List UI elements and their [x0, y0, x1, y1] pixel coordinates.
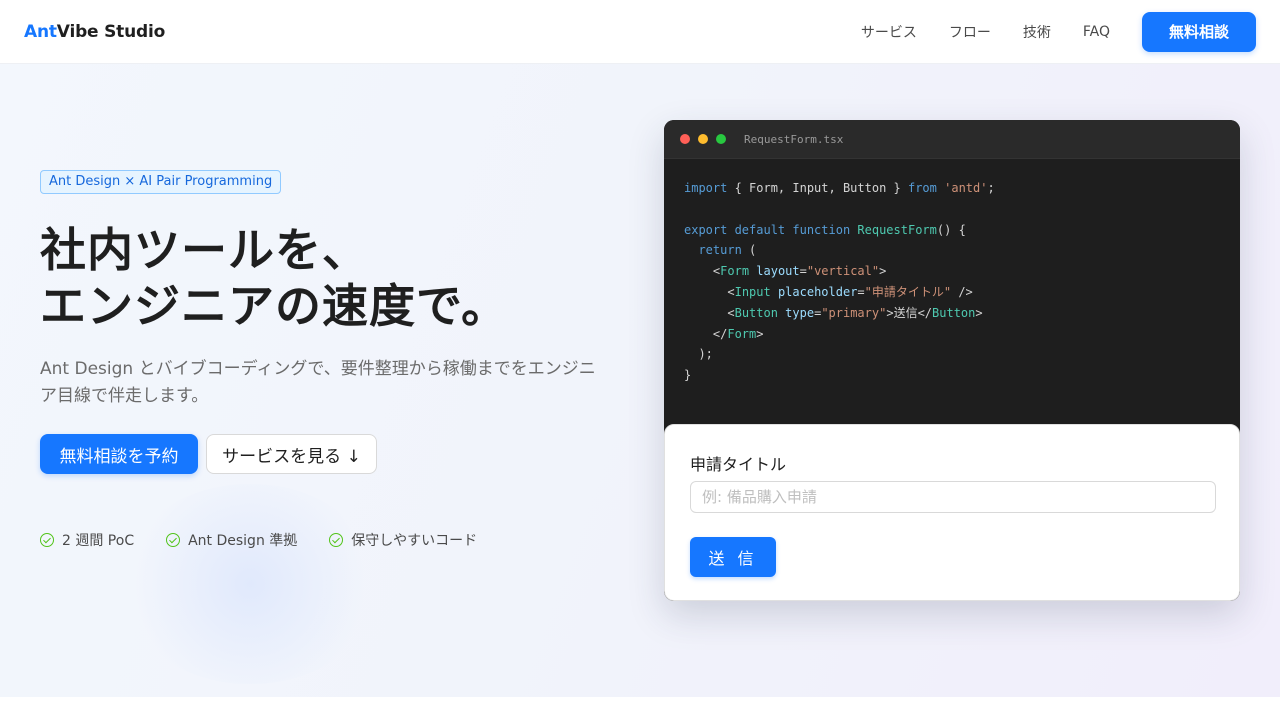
feature-label: 2 週間 PoC — [62, 533, 135, 549]
code-token: = — [799, 264, 807, 279]
code-token: default — [727, 222, 786, 237]
check-circle-icon — [329, 533, 344, 547]
hero-title-line-1: 社内ツールを、 — [40, 223, 369, 277]
site-header: AntVibe Studio サービス フロー 技術 FAQ 無料相談 — [0, 0, 1280, 64]
code-token: >送信</ — [886, 305, 933, 320]
code-token: type — [777, 305, 815, 320]
header-consult-button[interactable]: 無料相談 — [1142, 11, 1256, 52]
code-token: export — [684, 222, 728, 237]
code-token: "vertical" — [806, 264, 880, 279]
code-token: RequestForm — [850, 222, 937, 237]
code-token: /> — [951, 284, 973, 299]
code-token: return — [698, 243, 742, 258]
hero-section: Ant Design × AI Pair Programming 社内ツールを、… — [0, 64, 1280, 697]
code-token: ; — [987, 181, 995, 195]
hero-description: Ant Design とバイブコーディングで、要件整理から稼働までをエンジニア目… — [40, 359, 596, 406]
nav-link-tech[interactable]: 技術 — [1023, 22, 1051, 42]
next-section-edge — [0, 697, 1280, 720]
code-token: { Form, Input, Button } — [727, 181, 908, 195]
feature-label: Ant Design 準拠 — [188, 533, 298, 549]
editor-titlebar: RequestForm.tsx — [664, 120, 1240, 159]
code-token: from — [907, 181, 937, 195]
request-title-input[interactable] — [690, 481, 1216, 513]
code-token: } — [684, 368, 692, 383]
check-circle-icon — [40, 533, 54, 547]
code-token: </ — [712, 326, 728, 341]
brand-accent: Ant — [24, 21, 57, 42]
nav-link-flow[interactable]: フロー — [949, 22, 991, 42]
code-editor-window: RequestForm.tsx import { Form, Input, Bu… — [664, 120, 1240, 601]
code-token: < — [727, 284, 735, 299]
submit-button[interactable]: 送 信 — [690, 537, 776, 577]
code-token: > — [879, 264, 887, 279]
code-token: () { — [936, 222, 966, 237]
form-preview-panel: 申請タイトル 送 信 — [664, 424, 1240, 601]
close-dot-icon — [680, 134, 690, 144]
brand-logo[interactable]: AntVibe Studio — [24, 22, 165, 42]
code-token: Button — [932, 305, 976, 320]
feature-item: 保守しやすいコード — [329, 530, 477, 550]
code-token: import — [684, 181, 728, 195]
code-token: ); — [698, 347, 713, 362]
code-token: = — [857, 284, 865, 299]
view-services-button[interactable]: サービスを見る ↓ — [206, 434, 377, 474]
code-token: function — [785, 222, 851, 237]
hero-title-line-2: エンジニアの速度で。 — [40, 279, 509, 333]
code-token: Form — [727, 326, 757, 341]
code-token: > — [975, 305, 983, 320]
feature-list: 2 週間 PoC Ant Design 準拠 保守しやすいコード — [40, 530, 509, 550]
code-token: "申請タイトル" — [864, 284, 952, 299]
feature-item: Ant Design 準拠 — [166, 530, 297, 550]
nav-link-services[interactable]: サービス — [861, 22, 917, 42]
code-token: Form — [720, 264, 750, 279]
background-glow — [120, 484, 380, 684]
request-title-label: 申請タイトル — [690, 455, 787, 474]
minimize-dot-icon — [698, 134, 708, 144]
code-token: > — [756, 326, 764, 341]
code-token: placeholder — [770, 284, 858, 299]
check-circle-icon — [166, 533, 181, 547]
main-nav: サービス フロー 技術 FAQ 無料相談 — [861, 11, 1256, 52]
code-token: < — [727, 305, 735, 320]
book-consultation-button[interactable]: 無料相談を予約 — [40, 434, 198, 474]
editor-filename: RequestForm.tsx — [744, 132, 844, 146]
code-token: "primary" — [821, 305, 887, 320]
maximize-dot-icon — [716, 134, 726, 144]
nav-link-faq[interactable]: FAQ — [1083, 24, 1110, 40]
feature-item: 2 週間 PoC — [40, 530, 134, 550]
brand-name: Vibe Studio — [56, 21, 166, 42]
code-token: Button — [734, 305, 778, 320]
feature-label: 保守しやすいコード — [351, 533, 478, 549]
hero-tag: Ant Design × AI Pair Programming — [40, 170, 282, 194]
code-token: 'antd' — [936, 181, 988, 195]
hero-title: 社内ツールを、 エンジニアの速度で。 — [40, 222, 640, 334]
code-token: ( — [741, 243, 757, 258]
code-token: layout — [749, 264, 800, 279]
code-token: Input — [734, 284, 771, 299]
code-block: import { Form, Input, Button } from 'ant… — [684, 178, 995, 386]
